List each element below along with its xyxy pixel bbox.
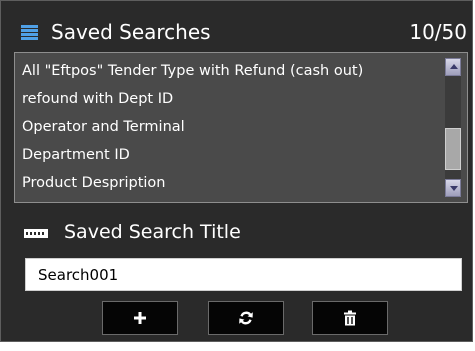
add-button[interactable] — [102, 301, 178, 335]
panel-header: Saved Searches 10/50 — [21, 17, 467, 47]
search-title-input[interactable] — [25, 258, 462, 291]
list-item[interactable]: Department ID — [22, 141, 439, 169]
list-item[interactable]: All "Eftpos" Tender Type with Refund (ca… — [22, 57, 439, 85]
scroll-down-arrow-icon[interactable] — [445, 179, 461, 197]
refresh-button[interactable] — [208, 301, 284, 335]
vertical-scrollbar[interactable] — [445, 58, 461, 197]
saved-searches-list[interactable]: All "Eftpos" Tender Type with Refund (ca… — [14, 52, 468, 203]
plus-icon — [134, 312, 146, 324]
refresh-icon — [239, 311, 253, 325]
scrollbar-thumb[interactable] — [445, 128, 461, 170]
list-icon — [21, 25, 38, 41]
scroll-up-arrow-icon[interactable] — [445, 58, 461, 76]
list-item[interactable]: Operator and Terminal — [22, 113, 439, 141]
title-section-header: Saved Search Title — [24, 218, 241, 246]
delete-button[interactable] — [312, 301, 388, 335]
keyboard-icon — [24, 228, 48, 238]
saved-searches-panel: Saved Searches 10/50 All "Eftpos" Tender… — [0, 0, 473, 342]
panel-title: Saved Searches — [51, 20, 211, 44]
list-item[interactable]: refound with Dept ID — [22, 85, 439, 113]
trash-icon — [344, 310, 356, 326]
saved-count: 10/50 — [409, 20, 467, 44]
list-items: All "Eftpos" Tender Type with Refund (ca… — [22, 57, 439, 197]
section-title: Saved Search Title — [64, 221, 241, 243]
list-item[interactable]: Product Despription — [22, 169, 439, 197]
